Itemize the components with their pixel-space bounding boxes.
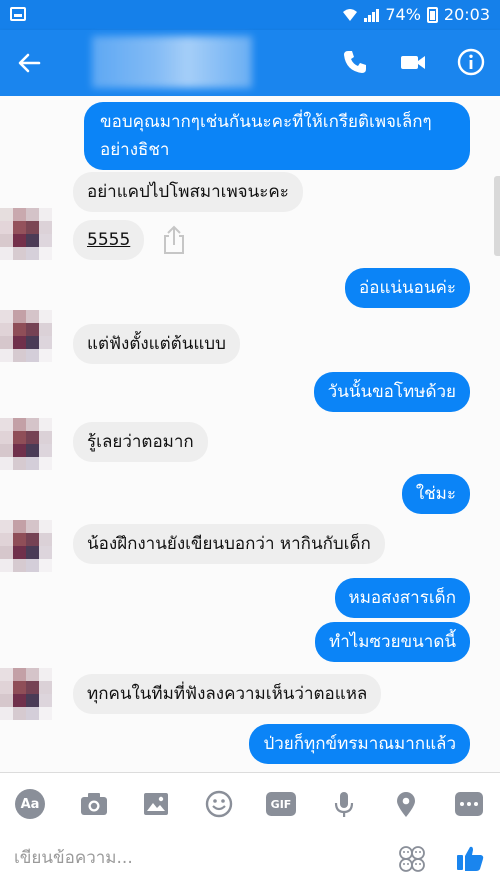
avatar[interactable] bbox=[0, 520, 52, 572]
camera-icon[interactable] bbox=[79, 789, 109, 819]
message-incoming[interactable]: ทุกคนในทีมที่ฟังลงความเห็นว่าตอแหล bbox=[73, 674, 382, 714]
message-incoming[interactable]: รู้เลยว่าตอมาก bbox=[73, 422, 208, 462]
emoji-picker-icon[interactable] bbox=[398, 845, 426, 873]
message-outgoing[interactable]: ป่วยก็ทุกข์ทรมาณมากแล้ว bbox=[249, 724, 470, 764]
avatar[interactable] bbox=[0, 208, 52, 260]
avatar[interactable] bbox=[0, 310, 52, 362]
message-text: ใช่มะ bbox=[415, 484, 456, 504]
message-text: แต่ฟังตั้งแต่ต้นแบบ bbox=[87, 334, 226, 354]
text-style-icon[interactable]: Aa bbox=[15, 789, 45, 819]
gif-icon[interactable]: GIF bbox=[266, 789, 296, 819]
battery-icon bbox=[426, 6, 438, 23]
composer: Aa GIF เขียนข้อความ... bbox=[0, 772, 500, 889]
clock: 20:03 bbox=[443, 5, 490, 24]
scrollbar[interactable] bbox=[494, 176, 500, 256]
message-outgoing[interactable]: อ่อแน่นอนค่ะ bbox=[345, 268, 470, 308]
message-text: วันนั้นขอโทษด้วย bbox=[327, 382, 456, 402]
message-text[interactable]: 5555 bbox=[87, 230, 130, 250]
message-outgoing[interactable]: ขอบคุณมากๆเช่นกันนะคะที่ให้เกรียติเพจเล็… bbox=[84, 102, 470, 170]
message-text: น้องฝึกงานยังเขียนบอกว่า หากินกับเด็ก bbox=[87, 534, 371, 554]
message-text: อ่อแน่นอนค่ะ bbox=[359, 278, 456, 298]
message-text: ทำไมซวยขนาดนี้ bbox=[328, 632, 456, 652]
message-text: อย่างธิชา bbox=[100, 140, 170, 160]
message-text: รู้เลยว่าตอมาก bbox=[87, 432, 194, 452]
message-text: หมอสงสารเด็ก bbox=[348, 588, 457, 608]
gif-label: GIF bbox=[266, 792, 296, 816]
message-incoming[interactable]: 5555 bbox=[73, 220, 145, 260]
message-list[interactable]: ขอบคุณมากๆเช่นกันนะคะที่ให้เกรียติเพจเล็… bbox=[0, 96, 500, 772]
message-text: ทุกคนในทีมที่ฟังลงความเห็นว่าตอแหล bbox=[87, 684, 368, 704]
message-input[interactable]: เขียนข้อความ... bbox=[14, 833, 374, 883]
status-bar: 74% 20:03 bbox=[0, 0, 500, 30]
avatar[interactable] bbox=[0, 418, 52, 470]
video-call-icon[interactable] bbox=[398, 47, 428, 77]
aa-label: Aa bbox=[15, 789, 45, 819]
info-icon[interactable] bbox=[456, 47, 486, 77]
more-icon[interactable] bbox=[454, 789, 484, 819]
avatar[interactable] bbox=[0, 668, 52, 720]
message-incoming[interactable]: แต่ฟังตั้งแต่ต้นแบบ bbox=[73, 324, 240, 364]
thumbs-up-icon[interactable] bbox=[455, 843, 485, 873]
battery-percent: 74% bbox=[385, 5, 421, 24]
message-text: อย่าแคปไปโพสมาเพจนะคะ bbox=[87, 182, 289, 202]
signal-icon bbox=[364, 8, 380, 22]
status-right: 74% 20:03 bbox=[342, 5, 490, 24]
location-icon[interactable] bbox=[391, 789, 421, 819]
message-incoming[interactable]: อย่าแคปไปโพสมาเพจนะคะ bbox=[73, 172, 303, 212]
message-text: ป่วยก็ทุกข์ทรมาณมากแล้ว bbox=[263, 734, 456, 754]
message-incoming[interactable]: น้องฝึกงานยังเขียนบอกว่า หากินกับเด็ก bbox=[73, 524, 385, 564]
image-icon[interactable] bbox=[141, 789, 171, 819]
message-outgoing[interactable]: หมอสงสารเด็ก bbox=[334, 578, 470, 618]
image-notification-icon bbox=[10, 7, 26, 21]
message-text: ขอบคุณมากๆเช่นกันนะคะที่ให้เกรียติเพจเล็… bbox=[100, 112, 432, 132]
wifi-icon bbox=[343, 8, 358, 21]
share-icon[interactable] bbox=[160, 224, 188, 256]
microphone-icon[interactable] bbox=[329, 789, 359, 819]
message-outgoing[interactable]: ใช่มะ bbox=[401, 474, 470, 514]
arrow-back-icon[interactable] bbox=[14, 48, 44, 78]
message-outgoing[interactable]: ทำไมซวยขนาดนี้ bbox=[314, 622, 470, 662]
contact-name-blurred[interactable] bbox=[92, 36, 252, 88]
emoji-icon[interactable] bbox=[204, 789, 234, 819]
message-outgoing[interactable]: วันนั้นขอโทษด้วย bbox=[313, 372, 470, 412]
conversation-header bbox=[0, 30, 500, 96]
phone-icon[interactable] bbox=[340, 47, 370, 77]
